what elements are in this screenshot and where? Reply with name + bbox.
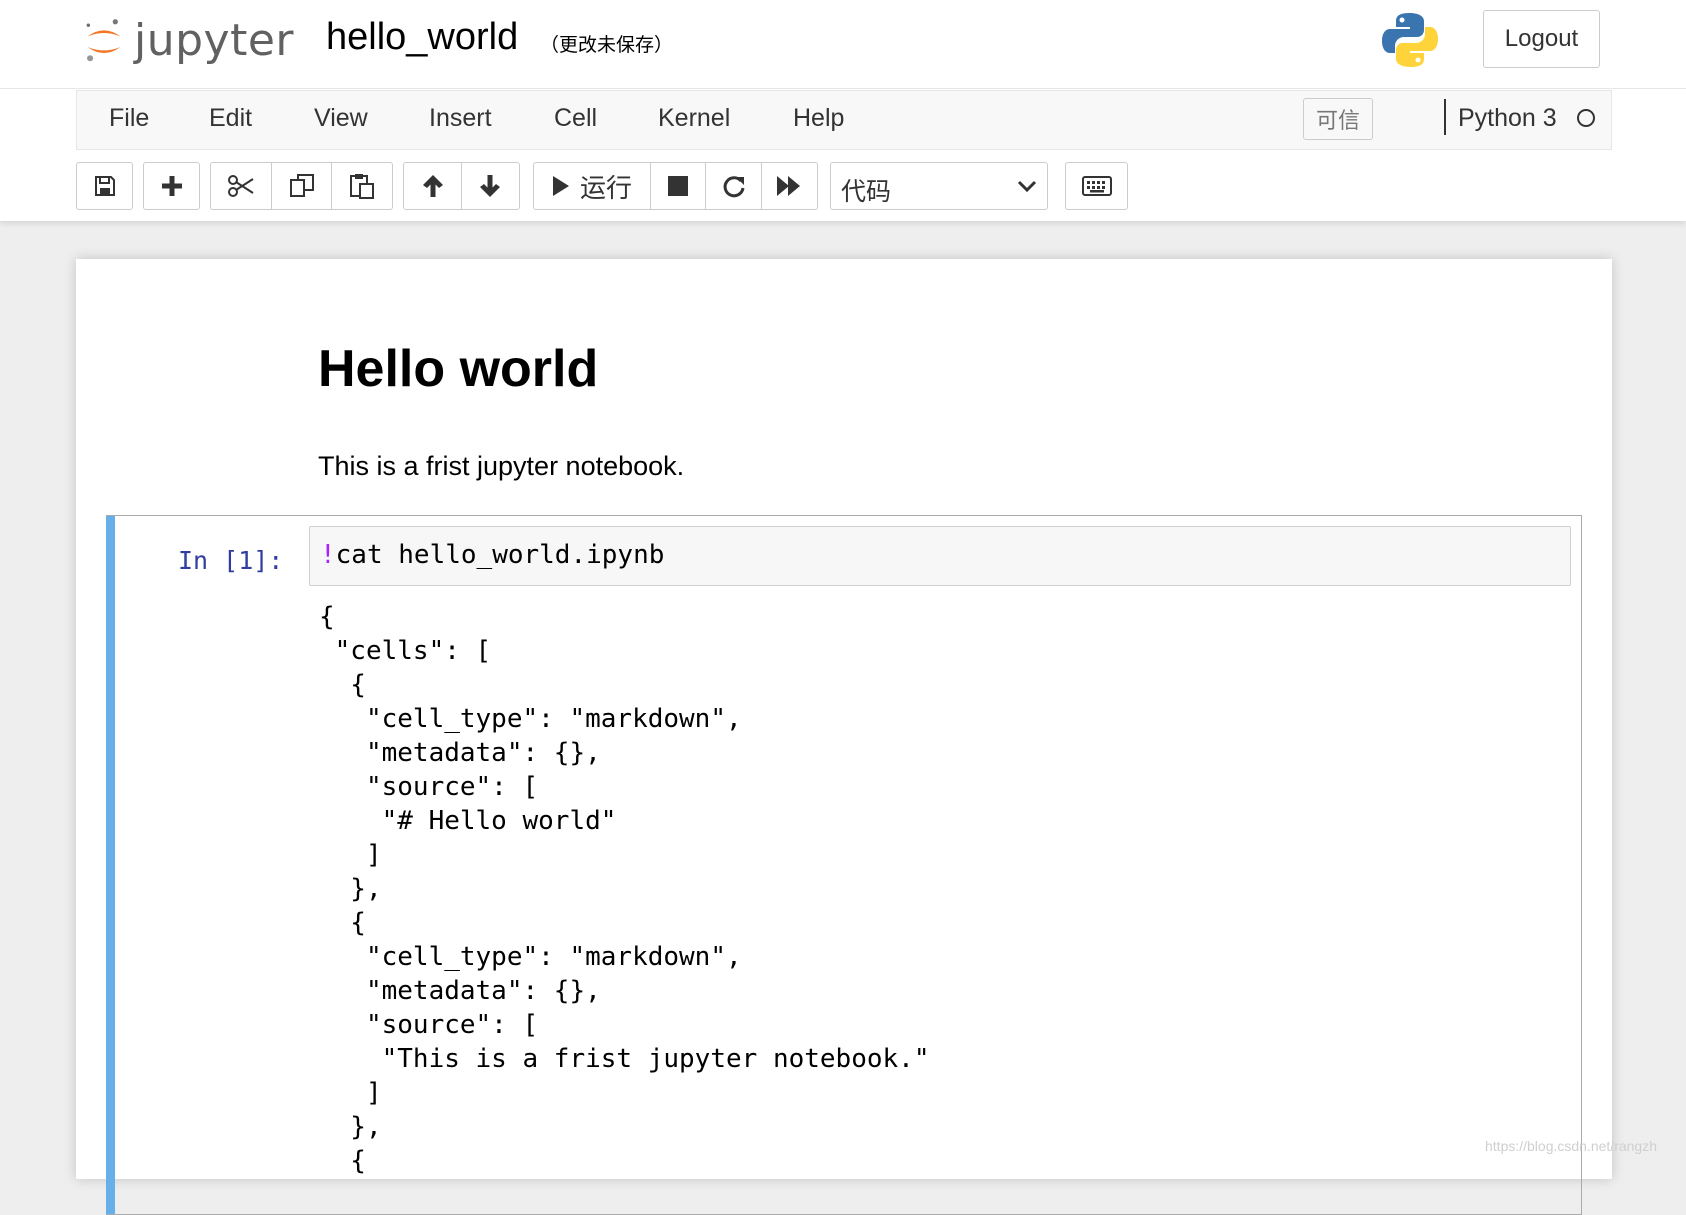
scissors-icon <box>228 175 254 197</box>
code-input-text: !cat hello_world.ipynb <box>320 540 664 570</box>
notebook-header: jupyter hello_world （更改未保存） Logout File … <box>0 0 1686 221</box>
menu-edit[interactable]: Edit <box>209 104 252 133</box>
move-up-button[interactable] <box>403 162 462 210</box>
markdown-heading[interactable]: Hello world <box>318 339 598 399</box>
fast-forward-icon <box>777 176 800 196</box>
keyboard-group <box>1065 162 1128 210</box>
code-cell[interactable]: In [1]: !cat hello_world.ipynb { "cells"… <box>106 515 1582 1215</box>
chevron-down-icon <box>1017 180 1037 193</box>
kernel-separator <box>1444 99 1446 135</box>
watermark: https://blog.csdn.net/rangzh <box>1485 1138 1657 1154</box>
stop-icon <box>668 176 688 196</box>
cell-type-value: 代码 <box>841 178 892 206</box>
restart-kernel-button[interactable] <box>705 162 762 210</box>
trusted-indicator[interactable]: 可信 <box>1303 98 1373 140</box>
notebook-name[interactable]: hello_world <box>326 16 518 59</box>
keyboard-icon <box>1081 176 1112 196</box>
menu-help[interactable]: Help <box>793 104 844 133</box>
move-down-button[interactable] <box>460 162 520 210</box>
logout-button[interactable]: Logout <box>1483 10 1600 68</box>
python-logo-icon <box>1382 13 1438 67</box>
interrupt-kernel-button[interactable] <box>649 162 707 210</box>
notebook-container: Hello world This is a frist jupyter note… <box>76 259 1612 1215</box>
command-palette-button[interactable] <box>1065 162 1128 210</box>
insert-cell-button[interactable] <box>143 162 200 210</box>
cell-selection-bar <box>106 516 115 1214</box>
header-row: jupyter hello_world （更改未保存） Logout <box>0 0 1686 89</box>
menu-insert[interactable]: Insert <box>429 104 492 133</box>
shell-bang: ! <box>320 540 336 570</box>
save-icon <box>94 176 115 196</box>
cell-output: { "cells": [ { "cell_type": "markdown", … <box>319 602 930 1176</box>
markdown-paragraph[interactable]: This is a frist jupyter notebook. <box>318 451 684 482</box>
code-input-editor[interactable]: !cat hello_world.ipynb <box>309 526 1571 586</box>
save-group <box>76 162 133 210</box>
kernel-idle-indicator-icon <box>1577 109 1595 127</box>
paste-button[interactable] <box>331 162 393 210</box>
save-status: （更改未保存） <box>540 35 674 56</box>
move-group <box>403 162 520 210</box>
insert-group <box>143 162 200 210</box>
save-button[interactable] <box>76 162 133 210</box>
menubar: File Edit View Insert Cell Kernel Help 可… <box>76 90 1612 150</box>
paste-icon <box>350 174 374 199</box>
restart-icon <box>723 176 744 198</box>
cut-button[interactable] <box>210 162 272 210</box>
run-group: 运行 <box>533 162 818 210</box>
run-button[interactable]: 运行 <box>533 162 651 210</box>
arrow-down-icon <box>480 175 500 197</box>
run-label: 运行 <box>579 172 632 203</box>
cell-type-select[interactable]: 代码 <box>830 162 1048 210</box>
jupyter-logo-icon <box>86 19 121 62</box>
kernel-name: Python 3 <box>1458 104 1557 132</box>
code-input-command: cat hello_world.ipynb <box>335 540 665 570</box>
jupyter-logo-text: jupyter <box>134 14 294 66</box>
copy-button[interactable] <box>270 162 333 210</box>
clipboard-group <box>210 162 393 210</box>
jupyter-logo[interactable]: jupyter <box>84 12 294 68</box>
menu-view[interactable]: View <box>314 104 368 133</box>
menu-cell[interactable]: Cell <box>554 104 597 133</box>
restart-run-all-button[interactable] <box>760 162 818 210</box>
play-icon <box>552 176 569 196</box>
input-prompt: In [1]: <box>178 546 284 575</box>
plus-icon <box>161 176 182 196</box>
menu-kernel[interactable]: Kernel <box>658 104 730 133</box>
copy-icon <box>289 174 314 197</box>
arrow-up-icon <box>422 175 443 197</box>
menu-file[interactable]: File <box>109 104 149 133</box>
